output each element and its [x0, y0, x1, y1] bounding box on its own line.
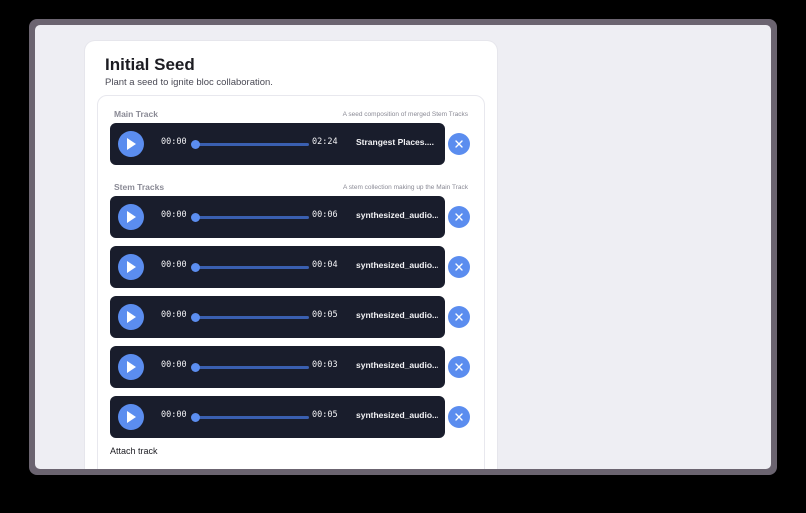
page-subtitle: Plant a seed to ignite bloc collaboratio…	[105, 77, 273, 88]
tracks-panel: Main Track A seed composition of merged …	[97, 95, 485, 469]
duration: 00:03	[312, 360, 338, 370]
audio-player: 00:00 00:05 synthesized_audio...	[110, 296, 445, 338]
remove-track-button[interactable]	[448, 206, 470, 228]
seek-bar[interactable]	[191, 363, 309, 372]
duration: 00:05	[312, 310, 338, 320]
current-time: 00:00	[161, 360, 187, 370]
remove-track-button[interactable]	[448, 256, 470, 278]
main-track-hint: A seed composition of merged Stem Tracks	[342, 111, 468, 118]
play-button[interactable]	[118, 404, 144, 430]
play-icon	[127, 361, 136, 373]
close-icon	[455, 413, 463, 421]
current-time: 00:00	[161, 310, 187, 320]
remove-track-button[interactable]	[448, 406, 470, 428]
main-track-label: Main Track	[114, 109, 158, 119]
stem-tracks-label: Stem Tracks	[114, 182, 165, 192]
seek-handle[interactable]	[191, 213, 200, 222]
close-icon	[455, 363, 463, 371]
remove-track-button[interactable]	[448, 133, 470, 155]
audio-player: 00:00 00:06 synthesized_audio...	[110, 196, 445, 238]
current-time: 00:00	[161, 210, 187, 220]
play-button[interactable]	[118, 254, 144, 280]
seek-handle[interactable]	[191, 363, 200, 372]
audio-player: 00:00 00:03 synthesized_audio...	[110, 346, 445, 388]
initial-seed-card: Initial Seed Plant a seed to ignite bloc…	[85, 41, 497, 469]
seek-bar[interactable]	[191, 263, 309, 272]
track-filename: synthesized_audio...	[356, 410, 438, 420]
seek-bar[interactable]	[191, 313, 309, 322]
play-button[interactable]	[118, 204, 144, 230]
track-filename: synthesized_audio...	[356, 210, 438, 220]
audio-player: 00:00 00:05 synthesized_audio...	[110, 396, 445, 438]
seek-bar[interactable]	[191, 140, 309, 149]
page-title: Initial Seed	[105, 55, 195, 74]
browser-viewport: Initial Seed Plant a seed to ignite bloc…	[35, 25, 771, 469]
play-button[interactable]	[118, 354, 144, 380]
track-filename: synthesized_audio...	[356, 260, 438, 270]
track-filename: synthesized_audio...	[356, 360, 438, 370]
audio-player: 00:00 02:24 Strangest Places....	[110, 123, 445, 165]
close-icon	[455, 313, 463, 321]
current-time: 00:00	[161, 410, 187, 420]
duration: 00:04	[312, 260, 338, 270]
seek-handle[interactable]	[191, 413, 200, 422]
track-filename: Strangest Places....	[356, 137, 434, 147]
duration: 00:06	[312, 210, 338, 220]
remove-track-button[interactable]	[448, 306, 470, 328]
close-icon	[455, 140, 463, 148]
play-button[interactable]	[118, 304, 144, 330]
play-icon	[127, 311, 136, 323]
seek-handle[interactable]	[191, 263, 200, 272]
stem-tracks-hint: A stem collection making up the Main Tra…	[342, 184, 468, 191]
duration: 00:05	[312, 410, 338, 420]
current-time: 00:00	[161, 260, 187, 270]
close-icon	[455, 263, 463, 271]
remove-track-button[interactable]	[448, 356, 470, 378]
track-filename: synthesized_audio...	[356, 310, 438, 320]
play-icon	[127, 138, 136, 150]
play-button[interactable]	[118, 131, 144, 157]
seek-handle[interactable]	[191, 313, 200, 322]
duration: 02:24	[312, 137, 338, 147]
play-icon	[127, 411, 136, 423]
seek-handle[interactable]	[191, 140, 200, 149]
current-time: 00:00	[161, 137, 187, 147]
audio-player: 00:00 00:04 synthesized_audio...	[110, 246, 445, 288]
seek-bar[interactable]	[191, 213, 309, 222]
seek-bar[interactable]	[191, 413, 309, 422]
play-icon	[127, 211, 136, 223]
close-icon	[455, 213, 463, 221]
attach-track-link[interactable]: Attach track	[110, 446, 158, 456]
play-icon	[127, 261, 136, 273]
